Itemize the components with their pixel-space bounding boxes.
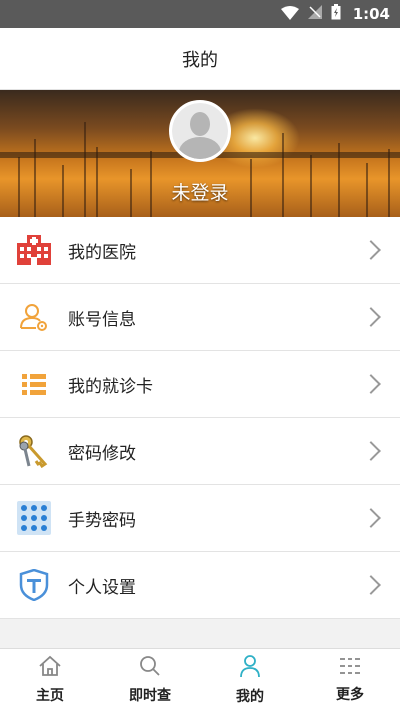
- menu-item-label: 个人设置: [68, 577, 136, 598]
- chevron-right-icon: [361, 374, 381, 394]
- menu-item-label: 我的就诊卡: [68, 376, 153, 397]
- status-bar: 1:04: [0, 0, 400, 28]
- person-icon: [238, 654, 262, 682]
- nav-item-home[interactable]: 主页: [0, 649, 100, 711]
- menu-item-my-medical-card[interactable]: 我的就诊卡: [0, 351, 400, 418]
- avatar-placeholder-icon: [172, 103, 228, 159]
- nav-label: 我的: [236, 689, 264, 705]
- menu-item-label: 手势密码: [68, 510, 136, 531]
- battery-icon: [331, 4, 341, 24]
- search-icon: [138, 655, 162, 681]
- page-title: 我的: [182, 49, 218, 71]
- gesture-grid-icon: [16, 500, 52, 536]
- keys-icon: [16, 433, 52, 469]
- nav-label: 更多: [336, 687, 364, 703]
- avatar[interactable]: [169, 100, 231, 162]
- chevron-right-icon: [361, 307, 381, 327]
- wifi-icon: [280, 5, 299, 24]
- menu-item-label: 账号信息: [68, 309, 136, 330]
- chevron-right-icon: [361, 575, 381, 595]
- menu-item-label: 我的医院: [68, 242, 136, 263]
- nav-item-instant-query[interactable]: 即时查: [100, 649, 200, 711]
- status-time: 1:04: [352, 5, 390, 23]
- bottom-nav: 主页 即时查 我的 更多: [0, 648, 400, 711]
- nav-label: 即时查: [129, 688, 171, 704]
- menu-item-change-password[interactable]: 密码修改: [0, 418, 400, 485]
- menu-item-my-hospital[interactable]: 我的医院: [0, 217, 400, 284]
- menu-list: 我的医院 账号信息 我的就诊卡 密码修改 手势密码 个人设置: [0, 217, 400, 619]
- chevron-right-icon: [361, 240, 381, 260]
- hospital-icon: [16, 232, 52, 268]
- login-status[interactable]: 未登录: [0, 178, 400, 205]
- menu-item-gesture-password[interactable]: 手势密码: [0, 485, 400, 552]
- card-list-icon: [16, 366, 52, 402]
- chevron-right-icon: [361, 441, 381, 461]
- home-icon: [38, 655, 62, 681]
- nav-item-mine[interactable]: 我的: [200, 649, 300, 711]
- menu-item-label: 密码修改: [68, 443, 136, 464]
- title-bar: 我的: [0, 28, 400, 90]
- menu-item-account-info[interactable]: 账号信息: [0, 284, 400, 351]
- shield-settings-icon: [16, 567, 52, 603]
- nav-label: 主页: [36, 688, 64, 704]
- nav-item-more[interactable]: 更多: [300, 649, 400, 711]
- more-icon: [338, 656, 362, 680]
- menu-item-personal-settings[interactable]: 个人设置: [0, 552, 400, 619]
- chevron-right-icon: [361, 508, 381, 528]
- signal-icon: [307, 4, 323, 24]
- account-icon: [16, 299, 52, 335]
